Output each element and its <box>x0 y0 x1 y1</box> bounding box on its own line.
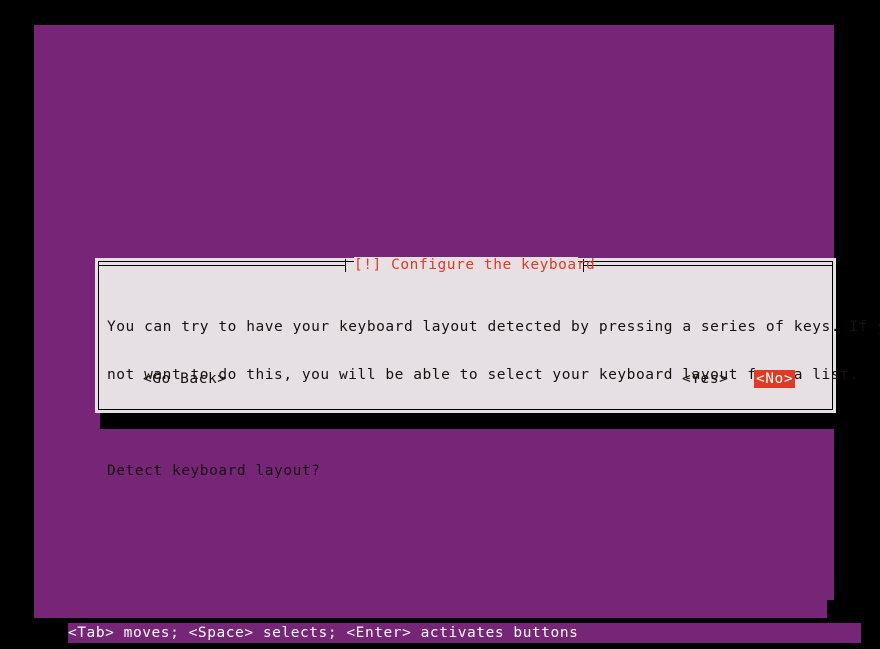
no-button[interactable]: <No> <box>754 370 796 388</box>
dialog-button-row: <Go Back> <Yes> <No> <box>107 370 823 388</box>
installer-screen: [!] Configure the keyboard You can try t… <box>0 0 880 649</box>
status-help-bar: <Tab> moves; <Space> selects; <Enter> ac… <box>68 623 861 643</box>
console-bottom-right-notch <box>827 600 834 618</box>
status-help-text: <Tab> moves; <Space> selects; <Enter> ac… <box>68 625 579 641</box>
dialog-title-rule-left <box>98 265 345 266</box>
dialog-title-tick-left <box>345 259 346 272</box>
dialog-body: You can try to have your keyboard layout… <box>107 287 880 511</box>
dialog-paragraph-line-1: You can try to have your keyboard layout… <box>107 319 880 335</box>
yes-button[interactable]: <Yes> <box>680 370 730 388</box>
installer-console: [!] Configure the keyboard You can try t… <box>34 25 880 643</box>
dialog-question: Detect keyboard layout? <box>107 463 321 479</box>
go-back-button[interactable]: <Go Back> <box>141 370 229 388</box>
dialog-body-spacer <box>107 415 823 431</box>
dialog-title-rule-right <box>583 265 833 266</box>
dialog-title: [!] Configure the keyboard <box>354 257 596 274</box>
